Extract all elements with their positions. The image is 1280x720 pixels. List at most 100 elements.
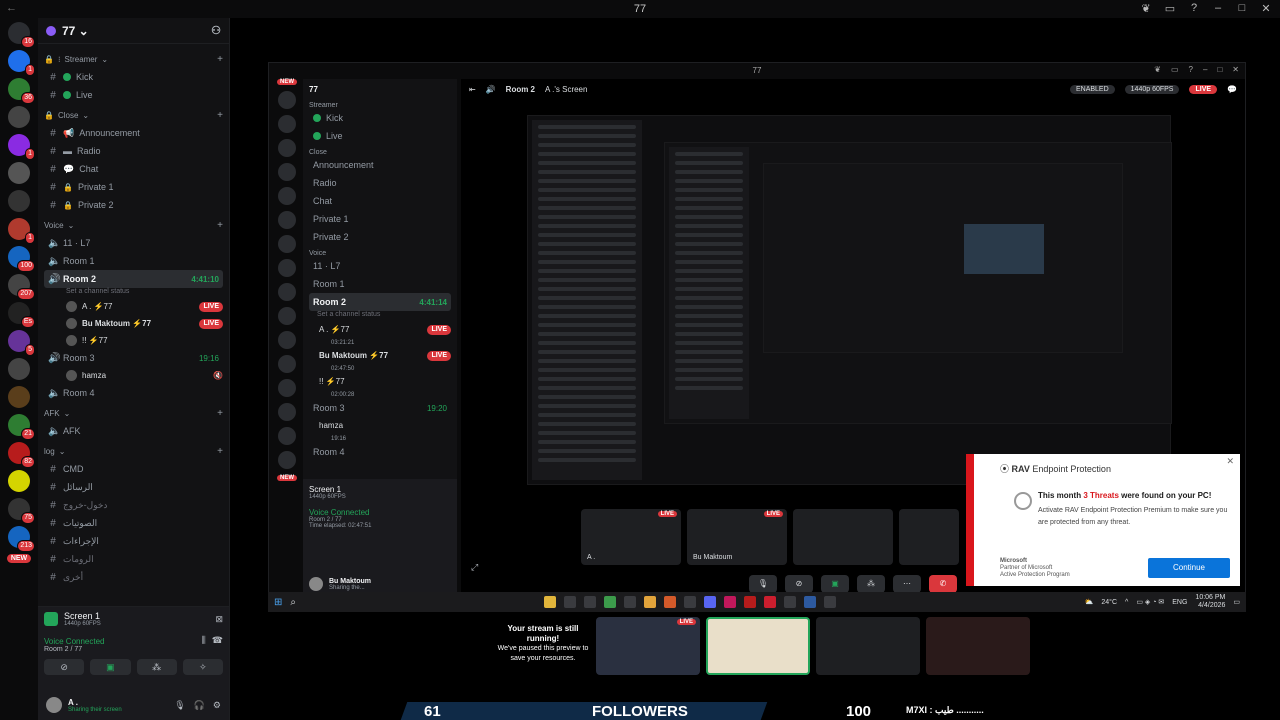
server-icon[interactable]: 1 xyxy=(8,218,35,244)
app-icon[interactable] xyxy=(724,596,737,608)
category-streamer[interactable]: 🔒 ⁝ Streamer ⌄ + xyxy=(44,50,223,68)
screen-share-button[interactable]: ▣ xyxy=(821,575,849,593)
app-icon[interactable] xyxy=(564,596,577,608)
microphone-button[interactable]: 🎙 xyxy=(749,575,777,593)
maximize-icon[interactable]: □ xyxy=(1217,65,1222,74)
voice-channel-l7[interactable]: 🔈 11 · L7 xyxy=(44,234,223,252)
app-icon[interactable] xyxy=(664,596,677,608)
server-icon[interactable]: 21 xyxy=(8,414,35,440)
tray-icons[interactable]: ▭ ◈ ◔ ✉ xyxy=(1136,598,1164,606)
channel-private-2[interactable]: # 🔒 Private 2 xyxy=(44,196,223,214)
leave-call-button[interactable]: ✆ xyxy=(929,575,957,593)
help-icon[interactable]: ? xyxy=(1189,65,1193,74)
server-icon[interactable] xyxy=(278,91,296,109)
app-icon[interactable] xyxy=(744,596,757,608)
channel-log[interactable]: # دخول-خروج xyxy=(44,496,223,514)
server-header[interactable]: 77 ⌄ ⚇ xyxy=(38,18,229,44)
stop-stream-icon[interactable]: ⊠ xyxy=(215,614,223,625)
server-icon[interactable]: 5 xyxy=(8,330,35,356)
voice-channel-room-2[interactable]: 🔊 Room 2 4:41:10 xyxy=(44,270,223,288)
app-icon[interactable] xyxy=(624,596,637,608)
server-icon[interactable] xyxy=(8,106,30,128)
channel-log[interactable]: # الرسائل xyxy=(44,478,223,496)
language-indicator[interactable]: ENG xyxy=(1172,599,1187,606)
channel-chat[interactable]: # 💬 Chat xyxy=(44,160,223,178)
stream-tile[interactable]: LIVE Bu Maktoum xyxy=(687,509,787,565)
channel-status-hint[interactable]: Set a channel status xyxy=(44,288,223,298)
opera-icon[interactable] xyxy=(764,596,777,608)
fullscreen-icon[interactable]: ⤢ xyxy=(471,562,478,573)
headphones-icon[interactable]: 🎧 xyxy=(194,700,205,711)
microphone-icon[interactable]: 🎙 xyxy=(174,700,185,711)
server-icon[interactable] xyxy=(278,211,296,229)
server-icon[interactable]: Es xyxy=(8,302,35,328)
close-icon[interactable]: ✕ xyxy=(1232,65,1239,74)
chat-icon[interactable]: 💬 xyxy=(1227,85,1237,94)
server-icon[interactable]: 82 xyxy=(8,442,35,468)
steam-icon[interactable] xyxy=(584,596,597,608)
stream-tile[interactable]: LIVE xyxy=(596,617,700,675)
server-icon[interactable] xyxy=(278,187,296,205)
server-icon[interactable] xyxy=(278,331,296,349)
channel-log[interactable]: # الإجراءات xyxy=(44,532,223,550)
notification-icon[interactable]: ▭ xyxy=(1233,598,1240,606)
category-voice[interactable]: Voice ⌄ + xyxy=(44,216,223,234)
collapse-icon[interactable]: ⇤ xyxy=(469,85,476,94)
server-icon[interactable] xyxy=(278,115,296,133)
voice-user[interactable]: !! ⚡77 xyxy=(44,332,223,349)
server-icon[interactable] xyxy=(278,403,296,421)
voice-channel-afk[interactable]: 🔈 AFK xyxy=(44,422,223,440)
search-icon[interactable]: ⌕ xyxy=(290,597,296,608)
category-close[interactable]: 🔒 Close ⌄ + xyxy=(44,106,223,124)
server-icon[interactable] xyxy=(278,451,296,469)
activities-button[interactable]: ⁂ xyxy=(136,659,177,675)
server-icon[interactable]: 16 xyxy=(8,22,35,48)
leaf-icon[interactable]: ❦ xyxy=(1154,65,1161,74)
server-icon[interactable] xyxy=(278,427,296,445)
voice-room-label[interactable]: Room 2 / 77 xyxy=(44,646,196,653)
continue-button[interactable]: Continue xyxy=(1148,558,1230,578)
server-icon[interactable] xyxy=(8,386,30,408)
close-icon[interactable]: ✕ xyxy=(1226,456,1234,467)
camera-off-button[interactable]: ⊘ xyxy=(44,659,85,675)
server-icon[interactable] xyxy=(8,358,30,380)
server-icon[interactable] xyxy=(8,470,30,492)
voice-channel-room-4[interactable]: 🔈 Room 4 xyxy=(44,384,223,402)
stream-tile[interactable] xyxy=(899,509,959,565)
app-icon[interactable] xyxy=(804,596,817,608)
app-icon[interactable] xyxy=(784,596,797,608)
app-icon[interactable] xyxy=(684,596,697,608)
server-icon[interactable] xyxy=(278,259,296,277)
category-log[interactable]: log ⌄ + xyxy=(44,442,223,460)
voice-channel-room-3[interactable]: 🔊 Room 3 19:16 xyxy=(44,349,223,367)
server-icon[interactable] xyxy=(278,163,296,181)
tray-chevron-icon[interactable]: ^ xyxy=(1125,599,1128,606)
avatar[interactable] xyxy=(46,697,62,713)
server-icon[interactable]: 1 xyxy=(8,50,35,76)
server-icon[interactable] xyxy=(8,162,30,184)
stream-tile[interactable] xyxy=(816,617,920,675)
voice-user[interactable]: Bu Maktoum ⚡77 LIVE xyxy=(44,315,223,332)
waveform-icon[interactable]: ⫼ xyxy=(202,635,206,646)
add-channel-icon[interactable]: + xyxy=(217,220,223,231)
server-icon[interactable] xyxy=(278,379,296,397)
add-channel-icon[interactable]: + xyxy=(217,54,223,65)
file-explorer-icon[interactable] xyxy=(544,596,557,608)
chrome-icon[interactable] xyxy=(604,596,617,608)
server-icon[interactable]: 207 xyxy=(8,274,35,300)
stream-tile[interactable] xyxy=(793,509,893,565)
server-icon[interactable] xyxy=(278,307,296,325)
close-icon[interactable]: ✕ xyxy=(1260,2,1272,15)
screen-share-button[interactable]: ▣ xyxy=(90,659,131,675)
app-icon[interactable] xyxy=(644,596,657,608)
camera-button[interactable]: ⊘ xyxy=(785,575,813,593)
server-icon[interactable]: 75 xyxy=(8,498,35,524)
server-icon[interactable]: 100 xyxy=(8,246,35,272)
inbox-icon[interactable]: ▭ xyxy=(1164,2,1176,15)
add-channel-icon[interactable]: + xyxy=(217,408,223,419)
channel-private-1[interactable]: # 🔒 Private 1 xyxy=(44,178,223,196)
windows-start-icon[interactable]: ⊞ xyxy=(274,597,282,608)
server-icon[interactable] xyxy=(278,283,296,301)
channel-cmd[interactable]: # CMD xyxy=(44,460,223,478)
category-afk[interactable]: AFK ⌄ + xyxy=(44,404,223,422)
